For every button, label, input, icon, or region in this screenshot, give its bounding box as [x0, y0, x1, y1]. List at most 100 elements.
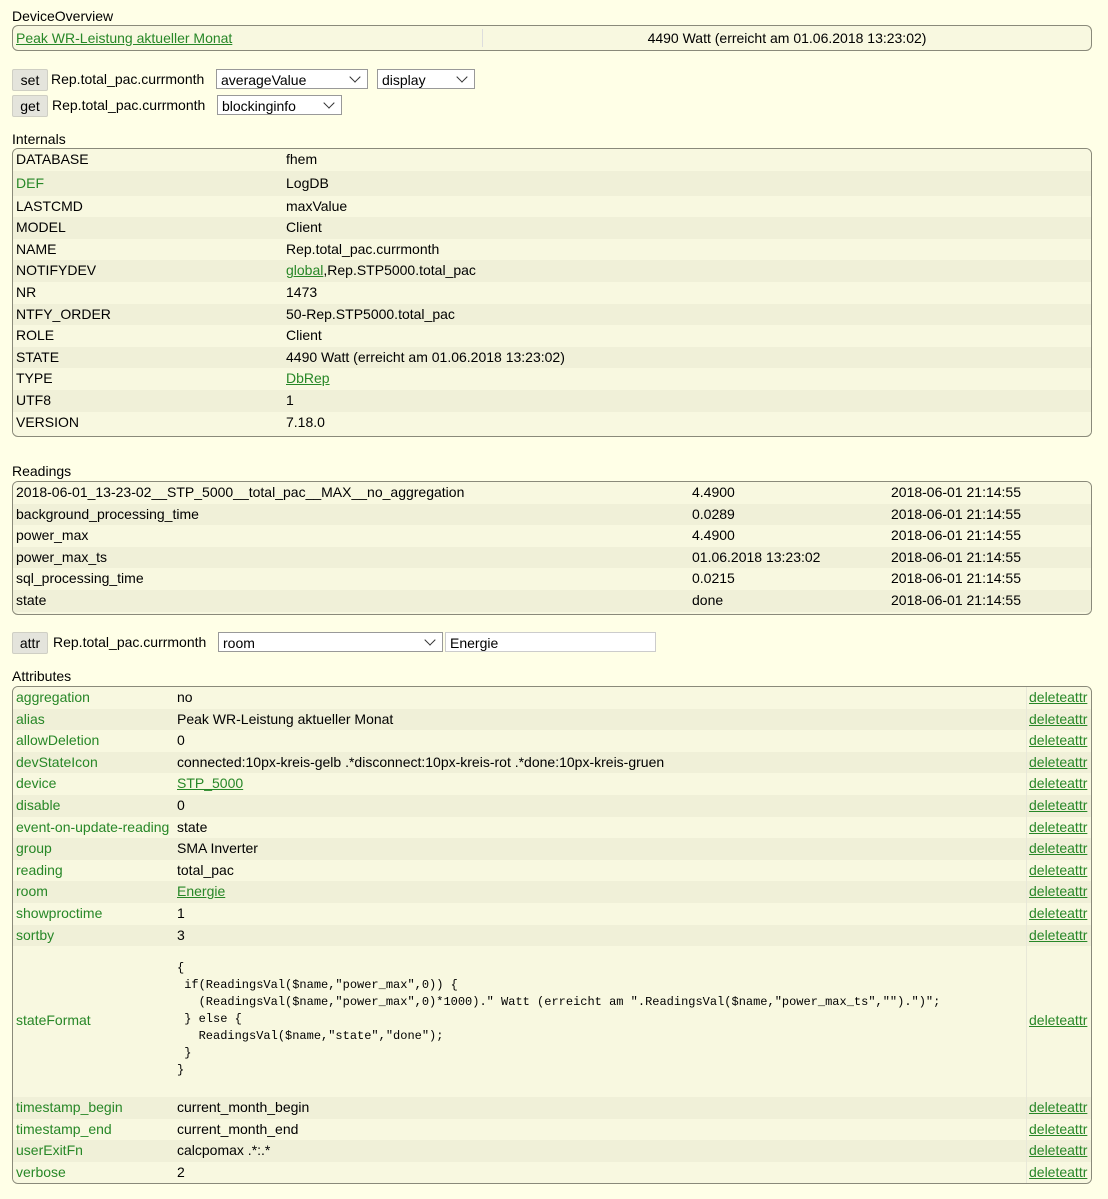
attr-value-input[interactable]: Energie: [445, 632, 656, 652]
set-button[interactable]: set: [12, 69, 48, 91]
delete-attr-link[interactable]: deleteattr: [1029, 860, 1087, 882]
column-divider: [1026, 1097, 1027, 1119]
attribute-name: alias: [16, 710, 45, 727]
reading-timestamp: 2018-06-01 21:14:55: [891, 548, 1021, 565]
set-command-value: averageValue: [221, 72, 307, 88]
attribute-name: showproctime: [16, 904, 103, 921]
delete-attr-link[interactable]: deleteattr: [1029, 1097, 1087, 1119]
internal-row: UTF8 1: [13, 389, 1091, 412]
delete-attr-link[interactable]: deleteattr: [1029, 881, 1087, 903]
internal-value: maxValue: [286, 197, 348, 214]
attribute-value: Energie: [177, 881, 225, 903]
reading-timestamp: 2018-06-01 21:14:55: [891, 505, 1021, 522]
internal-row: DATABASE fhem: [13, 149, 1091, 171]
reading-timestamp: 2018-06-01 21:14:55: [891, 527, 1021, 544]
reading-value: 0.0215: [692, 570, 735, 587]
state-format-code: { if(ReadingsVal($name,"power_max",0)) {…: [177, 961, 941, 1078]
attributes-table: aggregation no deleteattr alias Peak WR-Leis…: [12, 686, 1092, 1184]
internal-key: DATABASE: [16, 151, 89, 167]
internal-value-link[interactable]: DbRep: [286, 370, 330, 386]
set-command-select[interactable]: averageValue: [216, 69, 368, 89]
internal-value: Client: [286, 327, 322, 344]
column-divider: [1026, 730, 1027, 752]
delete-attr-link[interactable]: deleteattr: [1029, 1010, 1087, 1032]
internal-value-text: ,Rep.STP5000.total_pac: [323, 262, 476, 279]
attribute-row: reading total_pac deleteattr: [13, 859, 1091, 882]
chevron-down-icon: [424, 634, 436, 646]
get-command-value: blockinginfo: [222, 98, 296, 114]
attribute-value-link[interactable]: STP_5000: [177, 775, 243, 791]
reading-value: 01.06.2018 13:23:02: [692, 548, 821, 565]
delete-attr-link[interactable]: deleteattr: [1029, 795, 1087, 817]
delete-attr-link[interactable]: deleteattr: [1029, 925, 1087, 947]
internal-row: MODEL Client: [13, 217, 1091, 239]
device-overview-title: DeviceOverview: [12, 8, 114, 24]
get-button[interactable]: get: [12, 95, 48, 117]
delete-attr-link[interactable]: deleteattr: [1029, 1119, 1087, 1141]
attribute-value: 1: [177, 904, 185, 921]
device-overview-panel: Peak WR-Leistung aktueller Monat 4490 Wa…: [12, 25, 1092, 51]
attr-name-select[interactable]: room: [218, 632, 443, 652]
attribute-value: calcpomax .*:.*: [177, 1142, 271, 1159]
attribute-value: SMA Inverter: [177, 840, 258, 857]
reading-row: 2018-06-01_13-23-02__STP_5000__total_pac…: [13, 482, 1091, 504]
attribute-name: reading: [16, 861, 63, 878]
reading-name: 2018-06-01_13-23-02__STP_5000__total_pac…: [16, 484, 465, 500]
internal-row: STATE 4490 Watt (erreicht am 01.06.2018 1…: [13, 346, 1091, 369]
delete-attr-link[interactable]: deleteattr: [1029, 752, 1087, 774]
reading-value: done: [692, 591, 724, 608]
column-divider: [1026, 859, 1027, 882]
internal-row: LASTCMD maxValue: [13, 195, 1091, 218]
attr-button[interactable]: attr: [12, 632, 48, 654]
attribute-name: timestamp_begin: [16, 1099, 123, 1116]
internal-key: NOTIFYDEV: [16, 262, 97, 279]
attribute-value: current_month_begin: [177, 1099, 310, 1116]
reading-timestamp: 2018-06-01 21:14:55: [891, 591, 1021, 608]
internal-key: NAME: [16, 240, 57, 257]
device-state: 4490 Watt (erreicht am 01.06.2018 13:23:…: [647, 30, 927, 46]
reading-row: state done 2018-06-01 21:14:55: [13, 589, 1091, 612]
delete-attr-link[interactable]: deleteattr: [1029, 1162, 1087, 1183]
internal-row: NOTIFYDEV global,Rep.STP5000.total_pac: [13, 260, 1091, 282]
attribute-value: connected:10px-kreis-gelb .*disconnect:1…: [177, 753, 665, 770]
readings-table: 2018-06-01_13-23-02__STP_5000__total_pac…: [12, 481, 1092, 615]
internal-row: ROLE Client: [13, 325, 1091, 347]
internal-value: LogDB: [286, 174, 329, 191]
attribute-row: device STP_5000 deleteattr: [13, 773, 1091, 795]
delete-attr-link[interactable]: deleteattr: [1029, 838, 1087, 860]
internal-value: 4490 Watt (erreicht am 01.06.2018 13:23:…: [286, 348, 565, 365]
set-param-select[interactable]: display: [377, 69, 475, 89]
attribute-name: device: [16, 775, 57, 792]
column-divider: [1026, 1161, 1027, 1183]
attribute-name: room: [16, 883, 48, 900]
internal-key: UTF8: [16, 391, 51, 408]
chevron-down-icon: [349, 71, 361, 83]
device-alias-link[interactable]: Peak WR-Leistung aktueller Monat: [16, 29, 232, 47]
delete-attr-link[interactable]: deleteattr: [1029, 687, 1087, 709]
internals-table: DATABASE fhem DEF LogDB LASTCMD maxValue MODEL…: [12, 148, 1092, 437]
reading-name: power_max: [16, 527, 89, 544]
reading-value: 4.4900: [692, 527, 735, 544]
attribute-name: disable: [16, 796, 61, 813]
attribute-value-link[interactable]: Energie: [177, 883, 225, 899]
column-divider: [1026, 881, 1027, 903]
attr-name-value: room: [223, 635, 255, 651]
delete-attr-link[interactable]: deleteattr: [1029, 773, 1087, 795]
attribute-value: state: [177, 818, 208, 835]
delete-attr-link[interactable]: deleteattr: [1029, 817, 1087, 839]
internal-row: NTFY_ORDER 50-Rep.STP5000.total_pac: [13, 303, 1091, 326]
get-command-select[interactable]: blockinginfo: [217, 95, 342, 115]
internal-value-link[interactable]: global: [286, 262, 323, 278]
delete-attr-link[interactable]: deleteattr: [1029, 709, 1087, 731]
column-divider: [1026, 1118, 1027, 1141]
delete-attr-link[interactable]: deleteattr: [1029, 903, 1087, 925]
reading-value: 4.4900: [692, 484, 735, 500]
attribute-value: 3: [177, 926, 185, 943]
delete-attr-link[interactable]: deleteattr: [1029, 730, 1087, 752]
attribute-name: timestamp_end: [16, 1120, 112, 1137]
attribute-row: timestamp_end current_month_end deleteattr: [13, 1118, 1091, 1141]
attribute-value: 0: [177, 796, 185, 813]
internal-value: 1473: [286, 283, 318, 300]
delete-attr-link[interactable]: deleteattr: [1029, 1140, 1087, 1162]
column-divider: [1026, 773, 1027, 795]
